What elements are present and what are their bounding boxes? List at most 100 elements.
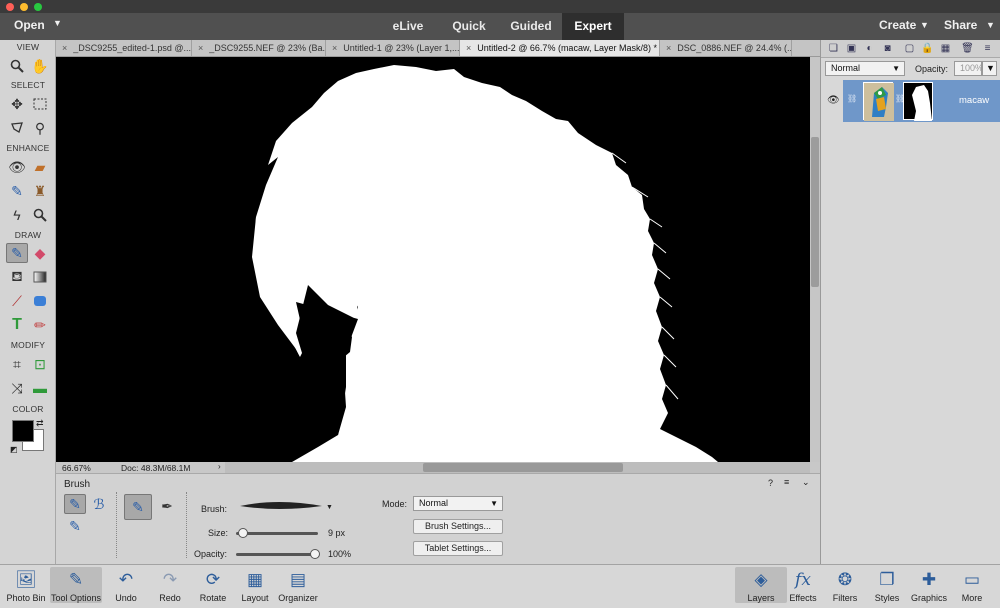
color-replacement-icon[interactable]: ✎ xyxy=(64,516,86,536)
help-icon[interactable]: ? xyxy=(768,478,773,488)
blur-icon[interactable]: ϟ xyxy=(6,205,28,225)
lock-all-icon[interactable]: ▢ xyxy=(903,42,916,55)
open-dropdown-chevron-icon[interactable]: ▼ xyxy=(53,18,62,28)
close-tab-icon[interactable]: × xyxy=(62,43,67,53)
adjustment-layer-icon[interactable]: ◐ xyxy=(863,42,876,55)
visibility-eye-icon[interactable]: 👁 xyxy=(827,95,840,106)
image-canvas[interactable] xyxy=(56,57,810,462)
clone-stamp-icon[interactable]: ♜ xyxy=(29,181,51,201)
blend-mode-select[interactable]: Normal ▼ xyxy=(413,496,503,511)
eyedropper-icon[interactable]: ⟋ xyxy=(6,291,28,311)
paint-bucket-icon[interactable]: ⛾ xyxy=(6,267,28,287)
pencil-icon[interactable]: ✏ xyxy=(29,315,51,335)
size-slider-knob[interactable] xyxy=(237,528,248,538)
toolbox-section-modify: MODIFY xyxy=(10,340,46,350)
document-tab-active[interactable]: × Untitled-2 @ 66.7% (macaw, Layer Mask/8… xyxy=(460,40,660,56)
spot-healing-icon[interactable]: ▰ xyxy=(29,157,51,177)
crop-icon[interactable]: ⌗ xyxy=(6,354,28,374)
new-group-icon[interactable]: ▣ xyxy=(845,42,858,55)
sponge-icon[interactable] xyxy=(29,205,51,225)
document-tab[interactable]: × _DSC9255_edited-1.psd @... xyxy=(56,40,192,56)
brush-icon[interactable]: ✎ xyxy=(6,243,28,263)
create-button[interactable]: Create xyxy=(879,18,916,32)
vertical-scroll-thumb[interactable] xyxy=(811,137,819,287)
brush-mode-icon[interactable]: ✎ xyxy=(124,494,152,520)
opacity-slider[interactable] xyxy=(236,553,318,556)
document-tab[interactable]: × _DSC9255.NEF @ 23% (Ba... xyxy=(192,40,326,56)
layer-mask-thumbnail[interactable] xyxy=(903,82,933,121)
horizontal-scroll-thumb[interactable] xyxy=(423,463,623,472)
layer-opacity-field[interactable]: 100% xyxy=(954,61,983,76)
brush-settings-button[interactable]: Brush Settings... xyxy=(413,519,503,534)
tool-options-button[interactable]: ✎ Tool Options xyxy=(50,567,102,603)
straighten-icon[interactable]: ▬ xyxy=(29,378,51,398)
mode-label: Mode: xyxy=(382,499,408,509)
mode-tab-elive[interactable]: eLive xyxy=(374,13,442,40)
layer-blend-mode-select[interactable]: Normal ▼ xyxy=(825,61,905,76)
brush-picker-chevron-down-icon[interactable]: ▼ xyxy=(326,504,333,511)
zoom-icon[interactable] xyxy=(6,56,28,76)
mode-tab-guided[interactable]: Guided xyxy=(500,13,562,40)
airbrush-icon[interactable]: ✒ xyxy=(156,496,178,516)
shape-icon[interactable] xyxy=(29,291,51,311)
add-mask-icon[interactable]: ◙ xyxy=(881,42,894,55)
opacity-chevron-down-icon[interactable]: ▼ xyxy=(982,61,997,76)
new-layer-icon[interactable]: ❏ xyxy=(827,42,840,55)
more-button[interactable]: ▭ More xyxy=(946,567,998,603)
tablet-settings-button[interactable]: Tablet Settings... xyxy=(413,541,503,556)
marquee-icon[interactable] xyxy=(29,94,51,114)
recompose-icon[interactable]: ⊡ xyxy=(29,354,51,374)
document-tab[interactable]: × DSC_0886.NEF @ 24.4% (... xyxy=(660,40,792,56)
hand-icon[interactable]: ✋ xyxy=(29,56,51,76)
type-icon[interactable]: T xyxy=(6,315,28,335)
quick-selection-icon[interactable]: ⚲ xyxy=(29,118,51,138)
lasso-icon[interactable] xyxy=(6,118,28,138)
create-chevron-down-icon[interactable]: ▼ xyxy=(920,20,929,30)
mode-tab-expert[interactable]: Expert xyxy=(562,13,624,40)
swap-colors-icon[interactable]: ⇄ xyxy=(36,418,44,429)
move-icon[interactable]: ✥ xyxy=(6,94,28,114)
smart-brush-icon[interactable]: ✎ xyxy=(6,181,28,201)
share-button[interactable]: Share xyxy=(944,18,977,32)
default-colors-icon[interactable]: ◩ xyxy=(10,445,18,454)
layer-row-macaw[interactable]: ⛓ ⛓ macaw xyxy=(843,80,1000,122)
collapse-chevron-down-icon[interactable]: ⌄ xyxy=(802,477,810,488)
lock-icon[interactable]: 🔒 xyxy=(921,42,934,55)
eraser-icon[interactable]: ◆ xyxy=(29,243,51,263)
foreground-color-swatch[interactable] xyxy=(12,420,34,442)
lock-transparency-icon[interactable]: ▦ xyxy=(939,42,952,55)
mode-tab-quick[interactable]: Quick xyxy=(440,13,498,40)
divider xyxy=(116,492,117,558)
gradient-icon[interactable] xyxy=(29,267,51,287)
photo-bin-button[interactable]: 🖼 Photo Bin xyxy=(0,567,52,603)
status-menu-chevron-icon[interactable]: › xyxy=(218,462,221,471)
close-tab-icon[interactable]: × xyxy=(198,43,203,53)
minimize-window-button[interactable] xyxy=(20,3,28,11)
share-chevron-down-icon[interactable]: ▼ xyxy=(986,20,995,30)
open-button[interactable]: Open xyxy=(14,18,45,32)
photo-bin-icon: 🖼 xyxy=(15,570,37,589)
canvas-vertical-scrollbar[interactable] xyxy=(810,57,820,462)
red-eye-icon[interactable]: 👁 xyxy=(6,157,28,177)
close-tab-icon[interactable]: × xyxy=(332,43,337,53)
opacity-slider-knob[interactable] xyxy=(310,549,320,559)
impressionist-brush-icon[interactable]: ℬ xyxy=(88,494,110,514)
size-slider[interactable] xyxy=(236,532,318,535)
link-icon[interactable]: ⛓ xyxy=(847,94,857,103)
canvas-horizontal-scrollbar[interactable] xyxy=(225,462,810,473)
panel-menu-icon[interactable]: ≡ xyxy=(981,42,994,55)
brush-variant-icon[interactable]: ✎ xyxy=(64,494,86,514)
organizer-icon: ▤ xyxy=(289,570,307,589)
close-window-button[interactable] xyxy=(6,3,14,11)
close-tab-icon[interactable]: × xyxy=(666,43,671,53)
panel-menu-icon[interactable]: ≡ xyxy=(784,477,789,487)
brush-preset-picker[interactable] xyxy=(238,500,324,512)
more-icon: ▭ xyxy=(963,570,981,589)
delete-layer-icon[interactable]: 🗑 xyxy=(961,42,974,55)
document-tab[interactable]: × Untitled-1 @ 23% (Layer 1,... xyxy=(326,40,460,56)
zoom-level-readout: 66.67% xyxy=(62,463,91,473)
organizer-button[interactable]: ▤ Organizer xyxy=(272,567,324,603)
content-aware-move-icon[interactable]: ⤨ xyxy=(6,378,28,398)
close-tab-icon[interactable]: × xyxy=(466,43,471,53)
zoom-window-button[interactable] xyxy=(34,3,42,11)
